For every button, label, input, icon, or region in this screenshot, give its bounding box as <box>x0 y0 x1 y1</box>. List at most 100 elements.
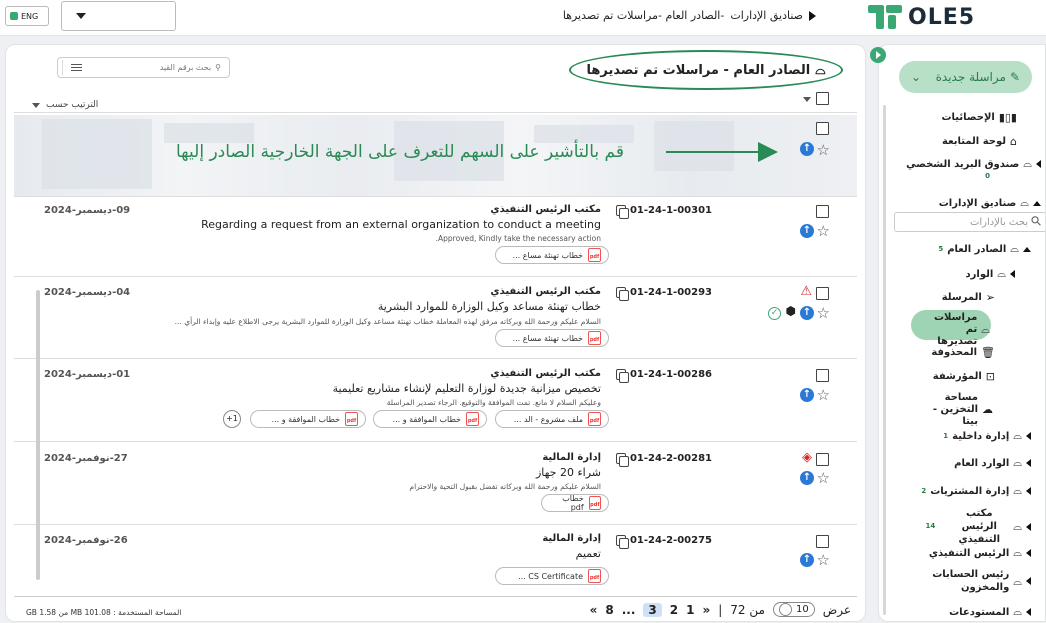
table-row[interactable]: ☆ ↑ 01-24-1-00301 مكتب الرئيس التنفيذي R… <box>14 197 857 277</box>
row-checkbox[interactable] <box>816 535 829 548</box>
table-row[interactable]: ☆ ↑ 01-24-1-00286 مكتب الرئيس التنفيذي ت… <box>14 359 857 442</box>
recipient-arrow-icon[interactable]: ↑ <box>800 306 814 320</box>
sidebar-item-dashboard[interactable]: ⌂ لوحة المتابعة <box>942 135 1017 148</box>
logo-text: OLE5 <box>908 4 976 30</box>
pagination: عرض 10 من 72 | « 1 2 3 ... 8 » <box>590 602 851 617</box>
sidebar-item-general-incoming[interactable]: ⌓ الوارد العام <box>954 456 1031 470</box>
breadcrumb-arrow-icon[interactable] <box>809 10 816 21</box>
breadcrumb-item-departments[interactable]: صناديق الإدارات <box>730 9 803 22</box>
sidebar-item-personal-mailbox[interactable]: ⌓ صندوق البريد الشخصي <box>906 157 1041 171</box>
caret-down-icon <box>76 13 86 19</box>
copy-icon[interactable] <box>615 453 629 467</box>
sidebar-item-accounts-head[interactable]: ⌓ رئيس الحسابات والمخزون <box>891 568 1031 594</box>
attachment-chip[interactable]: pdf خطاب الموافقة و ... <box>250 410 366 428</box>
attachment-chip[interactable]: pdf خطاب الموافقة و ... <box>373 410 487 428</box>
sidebar-item-label: الوارد <box>965 268 994 280</box>
new-message-button[interactable]: ✎ مراسلة جديدة ⌄ <box>899 61 1032 93</box>
row-checkbox[interactable] <box>816 287 829 300</box>
sidebar-item-deleted[interactable]: 🗑 المحذوفة <box>931 346 995 359</box>
page-size-select[interactable]: 10 <box>772 602 815 617</box>
attachment-label: CS Certificate ... <box>518 571 583 581</box>
pdf-icon: pdf <box>588 248 601 262</box>
inbox-icon: ⌓ <box>1013 484 1022 497</box>
table-row[interactable]: ☆ ↑ 01-24-2-00275 إدارة المالية تعميم 26… <box>14 525 857 597</box>
recipient-arrow-icon[interactable]: ↑ <box>800 471 814 485</box>
star-icon[interactable]: ☆ <box>817 222 830 240</box>
inbox-icon: ⌓ <box>1023 157 1032 170</box>
attachment-label: خطاب تهنئة مساع ... <box>512 250 583 260</box>
select-all-caret-icon[interactable] <box>803 97 811 102</box>
recipient-arrow-icon[interactable]: ↑ <box>800 553 814 567</box>
sidebar-item-archived[interactable]: ⊡ المؤرشفة <box>933 370 995 383</box>
table-row[interactable]: ⚠ ☆ ↑ ⬢ ✓ 01-24-1-00293 مكتب الرئيس التن… <box>14 277 857 359</box>
sidebar-item-storage[interactable]: ☁ مساحة التخزين - بيتا <box>928 392 993 428</box>
star-icon[interactable]: ☆ <box>817 141 830 159</box>
row-checkbox[interactable] <box>816 122 829 135</box>
sidebar-item-exported[interactable]: ⌓ مراسلات تم تصديرها <box>930 312 990 348</box>
prev-page-button[interactable]: « <box>702 603 710 617</box>
recipient-arrow-icon[interactable]: ↑ <box>800 224 814 238</box>
page-1[interactable]: 1 <box>686 603 694 617</box>
expand-arrow-icon <box>1026 459 1031 467</box>
sidebar-item-label: مساحة التخزين - بيتا <box>932 392 978 427</box>
attachment-chip[interactable]: pdf خطاب تهنئة مساع ... <box>495 246 609 264</box>
copy-icon[interactable] <box>615 205 629 219</box>
sidebar-item-general-outgoing[interactable]: ⌓ الصادر العام 5 <box>938 242 1031 256</box>
star-icon[interactable]: ☆ <box>817 304 830 322</box>
row-checkbox[interactable] <box>816 453 829 466</box>
pdf-icon: pdf <box>588 331 601 345</box>
sidebar-collapse-button[interactable] <box>870 47 886 63</box>
ref-search-input[interactable]: ⚲ بحث برقم القيد <box>57 57 230 78</box>
sort-dropdown[interactable]: الترتيب حسب <box>32 100 98 110</box>
table-row[interactable]: ◈ ☆ ↑ 01-24-2-00281 إدارة المالية شراء 2… <box>14 442 857 525</box>
select-all-checkbox[interactable] <box>816 92 829 105</box>
sidebar-item-label: إدارة داخلية <box>952 430 1010 442</box>
attachment-chip[interactable]: pdf CS Certificate ... <box>495 567 609 585</box>
expand-arrow-icon <box>1036 160 1041 168</box>
copy-icon[interactable] <box>615 369 629 383</box>
row-checkbox[interactable] <box>816 205 829 218</box>
recipient-arrow-icon[interactable]: ↑ <box>800 388 814 402</box>
sidebar-item-sent[interactable]: ➢ المرسلة <box>942 291 995 304</box>
pager-divider: | <box>718 602 723 617</box>
subject: تعميم <box>575 547 601 560</box>
sender: إدارة المالية <box>542 452 601 463</box>
row-checkbox[interactable] <box>816 369 829 382</box>
star-icon[interactable]: ☆ <box>817 469 830 487</box>
copy-icon[interactable] <box>615 535 629 549</box>
attachment-chip[interactable]: pdf خطاب pdf <box>541 494 609 512</box>
attachment-chip[interactable]: pdf خطاب تهنئة مساع ... <box>495 329 609 347</box>
sidebar-item-procurement[interactable]: ⌓ إدارة المشتريات 2 <box>921 484 1031 498</box>
pdf-icon: pdf <box>466 412 479 426</box>
date: 01-ديسمبر-2024 <box>44 369 131 380</box>
count-badge: 1 <box>943 432 949 440</box>
sidebar-item-incoming[interactable]: ⌓ الوارد <box>966 267 1015 281</box>
copy-icon[interactable] <box>615 287 629 301</box>
top-dropdown[interactable] <box>61 1 176 31</box>
language-toggle[interactable]: ENG <box>5 6 49 26</box>
sidebar-item-label: الرئيس التنفيذي <box>928 547 1010 559</box>
star-icon[interactable]: ☆ <box>817 386 830 404</box>
sidebar-item-label: صندوق البريد الشخصي <box>906 158 1020 170</box>
inbox-icon: ⌓ <box>1013 546 1022 559</box>
page-3-current[interactable]: 3 <box>643 602 662 617</box>
sidebar-scrollbar[interactable] <box>883 105 886 615</box>
attachment-label: خطاب الموافقة و ... <box>392 414 461 424</box>
sidebar-item-departments[interactable]: ⌓ صناديق الإدارات <box>939 196 1041 210</box>
page-2[interactable]: 2 <box>670 603 678 617</box>
attachment-chip[interactable]: pdf ملف مشروع - الد ... <box>495 410 609 428</box>
sidebar-item-ceo[interactable]: ⌓ الرئيس التنفيذي <box>929 546 1031 560</box>
next-page-button[interactable]: » <box>590 603 598 617</box>
page-8[interactable]: 8 <box>605 603 613 617</box>
sidebar-item-ceo-office[interactable]: ⌓ مكتب الرئيس التنفيذي 14 <box>891 507 1031 546</box>
star-icon[interactable]: ☆ <box>817 551 830 569</box>
list-scrollbar[interactable] <box>36 290 40 580</box>
recipient-arrow-icon[interactable]: ↑ <box>800 142 814 156</box>
departments-search-input[interactable]: بحث بالإدارات <box>894 212 1045 232</box>
sidebar-item-internal-admin[interactable]: ⌓ إدارة داخلية 1 <box>943 429 1031 443</box>
expand-arrow-icon <box>1026 487 1031 495</box>
sidebar-item-warehouses[interactable]: ⌓ المستودعات <box>949 605 1031 619</box>
sidebar-item-statistics[interactable]: ▮▯▮ الإحصائيات <box>941 111 1017 124</box>
more-attachments-button[interactable]: +1 <box>223 410 241 428</box>
filter-icon[interactable] <box>62 60 88 75</box>
